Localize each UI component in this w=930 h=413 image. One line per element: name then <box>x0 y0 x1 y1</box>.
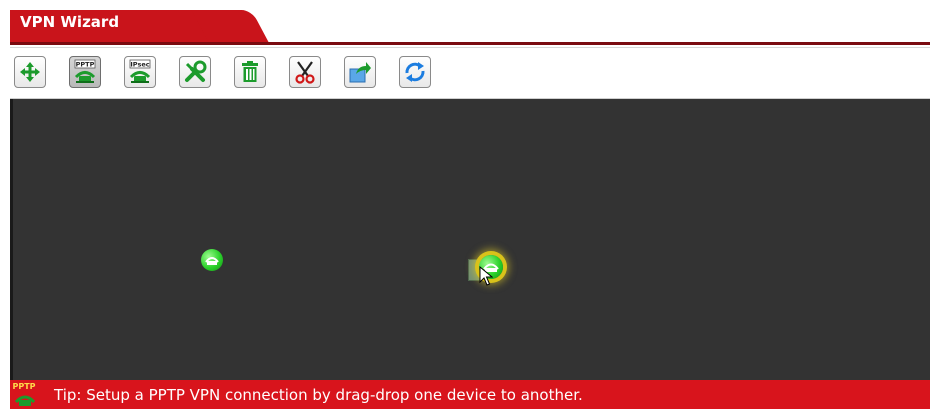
svg-text:IPsec: IPsec <box>130 61 149 69</box>
tools-icon <box>183 60 207 84</box>
refresh-icon <box>403 60 427 84</box>
vpn-wizard-window: VPN Wizard PPTP IPsec PPTP Tip: Setup a … <box>0 0 930 409</box>
mouse-cursor-icon <box>479 265 494 290</box>
export-button[interactable] <box>344 56 376 88</box>
title-divider <box>10 42 930 45</box>
move-button[interactable] <box>14 56 46 88</box>
pptp-button[interactable]: PPTP <box>69 56 101 88</box>
tip-bar: PPTP Tip: Setup a PPTP VPN connection by… <box>10 380 930 409</box>
refresh-button[interactable] <box>399 56 431 88</box>
pptp-tip-icon: PPTP <box>10 380 40 409</box>
svg-text:PPTP: PPTP <box>12 382 35 391</box>
move-arrows-icon <box>19 61 41 83</box>
pptp-tunnel-icon: PPTP <box>73 59 97 85</box>
delete-button[interactable] <box>234 56 266 88</box>
scissors-icon <box>293 60 317 84</box>
router-node-1[interactable] <box>201 249 223 271</box>
toolbar: PPTP IPsec <box>10 47 930 99</box>
ipsec-tunnel-icon: IPsec <box>128 59 152 85</box>
tip-text: Tip: Setup a PPTP VPN connection by drag… <box>54 385 583 404</box>
trash-icon <box>239 60 261 84</box>
configure-button[interactable] <box>179 56 211 88</box>
svg-text:PPTP: PPTP <box>76 61 95 69</box>
window-title: VPN Wizard <box>20 13 120 31</box>
vpn-topology-canvas[interactable] <box>10 99 930 380</box>
cut-button[interactable] <box>289 56 321 88</box>
ipsec-button[interactable]: IPsec <box>124 56 156 88</box>
export-arrow-icon <box>348 60 372 84</box>
